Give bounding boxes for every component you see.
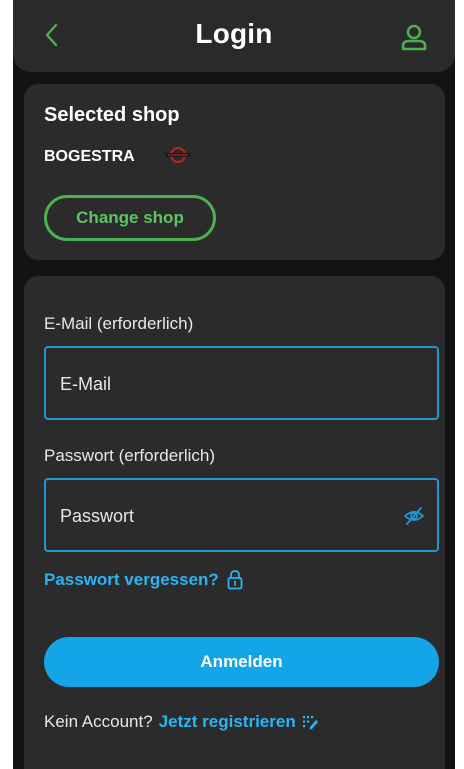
- email-placeholder: E-Mail: [60, 374, 112, 394]
- password-placeholder: Passwort: [60, 506, 135, 526]
- user-icon: [401, 24, 427, 51]
- shop-logo-icon: [166, 147, 190, 163]
- app-header: Login: [13, 0, 455, 72]
- email-field[interactable]: E-Mail: [44, 346, 439, 420]
- email-label: E-Mail (erforderlich): [44, 314, 194, 333]
- change-shop-button[interactable]: Change shop: [44, 195, 216, 241]
- login-button[interactable]: Anmelden: [44, 637, 439, 687]
- password-label: Passwort (erforderlich): [44, 446, 215, 465]
- app-screen: Login Selected shop BOGESTRA Change shop…: [13, 0, 455, 769]
- password-field[interactable]: Passwort: [44, 478, 439, 552]
- selected-shop-title: Selected shop: [44, 104, 180, 126]
- register-row: Kein Account? Jetzt registrieren: [44, 712, 320, 732]
- no-account-text: Kein Account?: [44, 712, 153, 731]
- register-link[interactable]: Jetzt registrieren: [159, 712, 296, 732]
- login-form-card: E-Mail (erforderlich) E-Mail Passwort (e…: [24, 276, 445, 769]
- selected-shop-card: Selected shop BOGESTRA Change shop: [24, 84, 445, 260]
- register-icon: [302, 716, 318, 730]
- lock-icon: [227, 570, 243, 590]
- eye-off-icon[interactable]: [403, 505, 425, 527]
- forgot-password-label: Passwort vergessen?: [44, 570, 219, 589]
- shop-name: BOGESTRA: [44, 148, 135, 165]
- forgot-password-link[interactable]: Passwort vergessen?: [44, 570, 243, 590]
- account-button[interactable]: [399, 22, 429, 52]
- page-title: Login: [195, 18, 273, 49]
